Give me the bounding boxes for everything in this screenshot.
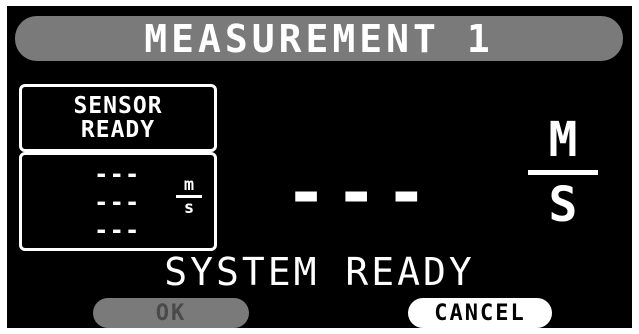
title-bar: MEASUREMENT 1 xyxy=(15,16,623,61)
small-unit-label: m s xyxy=(174,175,204,218)
sensor-status-line1: SENSOR xyxy=(73,93,163,119)
main-reading: --- xyxy=(285,152,436,234)
display-screen: MEASUREMENT 1 SENSOR READY --- --- --- m… xyxy=(7,6,632,328)
status-message: SYSTEM READY xyxy=(164,250,475,294)
reading-row-2: --- xyxy=(94,188,141,216)
reading-row-3: --- xyxy=(94,216,141,244)
ok-button[interactable]: OK xyxy=(93,298,249,328)
sensor-status-line2: READY xyxy=(80,117,156,143)
readings-box: --- --- --- m s xyxy=(19,152,217,251)
reading-row-1: --- xyxy=(94,160,141,188)
small-unit-denominator: s xyxy=(183,198,195,218)
small-unit-numerator: m xyxy=(183,175,195,195)
main-unit-label: M S xyxy=(525,114,601,231)
main-unit-numerator: M xyxy=(548,112,578,168)
main-unit-denominator: S xyxy=(548,177,578,233)
sensor-status-box: SENSOR READY xyxy=(19,84,217,152)
main-unit-divider xyxy=(528,170,598,175)
page-title: MEASUREMENT 1 xyxy=(144,16,494,61)
cancel-button[interactable]: CANCEL xyxy=(408,298,552,328)
